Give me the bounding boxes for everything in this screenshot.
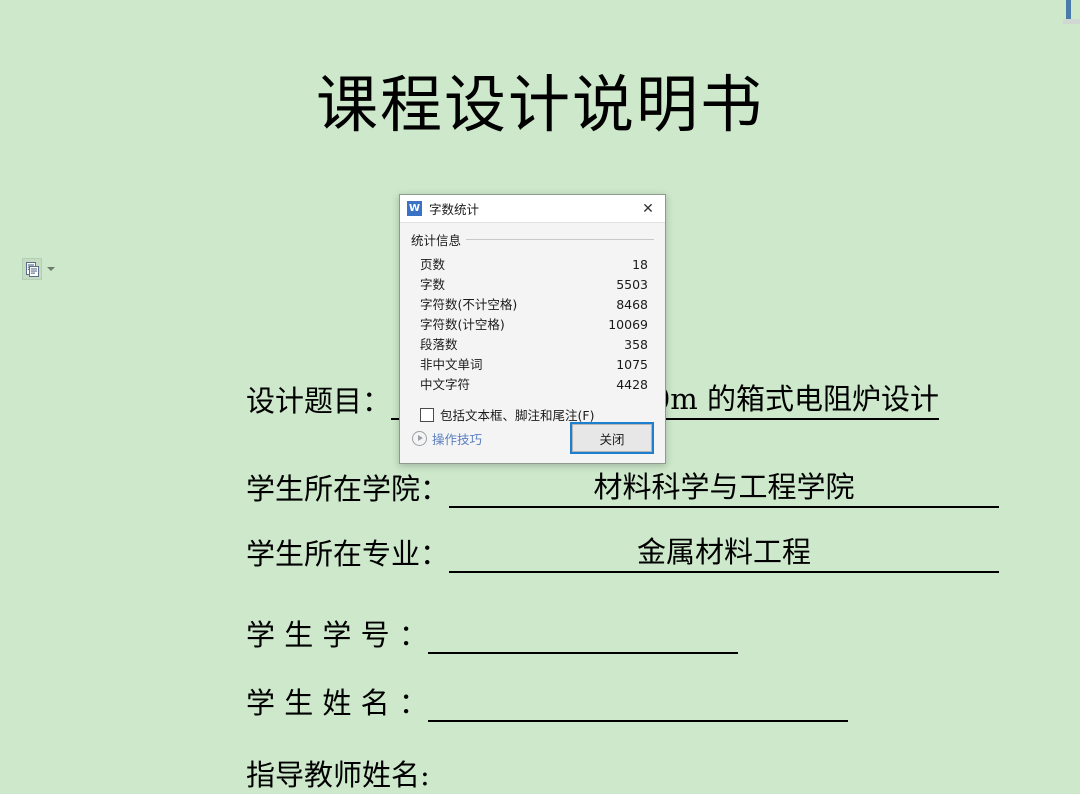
stat-label-chars-with-spaces: 字符数(计空格) xyxy=(420,317,505,332)
form-row-teacher-name: 指导教师姓名: xyxy=(246,752,438,794)
operation-tips-label: 操作技巧 xyxy=(432,431,483,447)
scrollbar-corner xyxy=(1063,19,1080,24)
page-title: 课程设计说明书 xyxy=(315,68,764,141)
stat-value-non-chinese-words: 1075 xyxy=(616,357,648,372)
stat-label-paragraphs: 段落数 xyxy=(420,337,458,352)
stat-row: 字符数(计空格) 10069 xyxy=(420,315,648,335)
word-count-dialog: W 字数统计 ✕ 统计信息 页数 18 字数 5503 字符数(不计空格) 84… xyxy=(399,194,666,464)
stat-row: 中文字符 4428 xyxy=(420,375,648,395)
wps-app-icon: W xyxy=(407,201,422,216)
paste-options-icon[interactable] xyxy=(22,258,42,280)
form-label-student-name: 学 生 姓 名 ： xyxy=(246,686,428,720)
form-value-student-name[interactable] xyxy=(427,720,848,722)
form-row-student-name: 学 生 姓 名 ： xyxy=(246,680,848,722)
form-label-college: 学生所在学院： xyxy=(246,472,450,506)
stat-value-chinese-chars: 4428 xyxy=(616,377,648,392)
chevron-down-icon[interactable] xyxy=(47,267,55,271)
form-label-student-id: 学 生 学 号 ： xyxy=(246,618,428,652)
form-row-major: 学生所在专业： 金属材料工程 xyxy=(246,531,1000,573)
stat-value-chars-with-spaces: 10069 xyxy=(608,317,648,332)
statistics-group-header: 统计信息 xyxy=(411,230,654,249)
stat-value-paragraphs: 358 xyxy=(624,337,648,352)
form-label-major: 学生所在专业： xyxy=(246,537,450,571)
group-divider xyxy=(466,239,654,240)
play-circle-icon xyxy=(412,430,427,446)
stat-label-words: 字数 xyxy=(420,277,446,292)
stat-value-chars-no-spaces: 8468 xyxy=(616,297,648,312)
include-footnotes-row[interactable]: 包括文本框、脚注和尾注(F) xyxy=(411,405,654,424)
stat-row: 字符数(不计空格) 8468 xyxy=(420,295,648,315)
form-value-college[interactable]: 材料科学与工程学院 xyxy=(449,469,1000,508)
stat-value-pages: 18 xyxy=(632,257,648,272)
stat-value-words: 5503 xyxy=(616,277,648,292)
form-value-major[interactable]: 金属材料工程 xyxy=(449,534,1000,573)
dialog-titlebar[interactable]: W 字数统计 ✕ xyxy=(400,195,665,223)
stat-label-chars-no-spaces: 字符数(不计空格) xyxy=(420,297,518,312)
form-label-design-topic: 设计题目： xyxy=(246,384,392,418)
stat-row: 非中文单词 1075 xyxy=(420,355,648,375)
stat-label-pages: 页数 xyxy=(420,257,446,272)
stat-row: 页数 18 xyxy=(420,255,648,275)
include-footnotes-checkbox[interactable] xyxy=(420,407,434,422)
form-row-student-id: 学 生 学 号 ： xyxy=(246,612,738,654)
include-footnotes-label: 包括文本框、脚注和尾注(F) xyxy=(440,408,595,423)
form-label-teacher-name: 指导教师姓名: xyxy=(246,758,430,792)
close-button[interactable]: 关闭 xyxy=(570,422,654,454)
stat-label-non-chinese-words: 非中文单词 xyxy=(420,357,483,372)
statistics-list: 页数 18 字数 5503 字符数(不计空格) 8468 字符数(计空格) 10… xyxy=(411,252,654,395)
form-value-student-id[interactable] xyxy=(427,652,738,654)
stat-label-chinese-chars: 中文字符 xyxy=(420,377,471,392)
close-icon[interactable]: ✕ xyxy=(631,196,665,222)
stat-row: 段落数 358 xyxy=(420,335,648,355)
vertical-scrollbar-thumb[interactable] xyxy=(1066,0,1071,19)
operation-tips-link[interactable]: 操作技巧 xyxy=(412,429,482,448)
paste-options-smart-tag[interactable] xyxy=(22,258,55,280)
dialog-footer: 操作技巧 关闭 xyxy=(411,422,654,465)
dialog-title: 字数统计 xyxy=(429,202,480,217)
statistics-group-label: 统计信息 xyxy=(411,233,462,248)
dialog-body: 统计信息 页数 18 字数 5503 字符数(不计空格) 8468 字符数(计空… xyxy=(400,223,665,465)
form-row-college: 学生所在学院： 材料科学与工程学院 xyxy=(246,466,1000,508)
stat-row: 字数 5503 xyxy=(420,275,648,295)
